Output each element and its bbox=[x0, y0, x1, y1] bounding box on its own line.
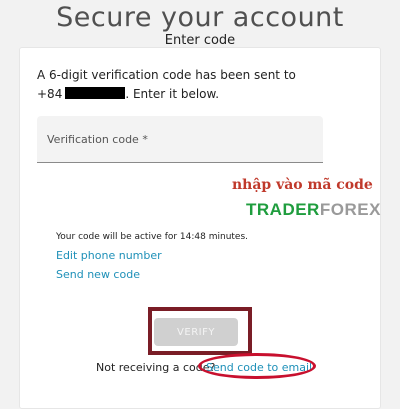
card-title: Enter code bbox=[164, 33, 236, 48]
send-new-code-link[interactable]: Send new code bbox=[56, 268, 140, 281]
redacted-phone-number bbox=[65, 87, 126, 99]
watermark-part2: FOREX bbox=[319, 200, 381, 219]
phone-prefix: +84 bbox=[37, 87, 63, 101]
page-title: Secure your account bbox=[56, 2, 344, 33]
watermark-logo: TRADERFOREX bbox=[246, 200, 381, 220]
verification-code-input[interactable]: Verification code * bbox=[37, 116, 323, 163]
verification-info: A 6-digit verification code has been sen… bbox=[37, 66, 337, 104]
annotation-text: nhập vào mã code bbox=[232, 177, 373, 193]
watermark-part1: TRADER bbox=[246, 200, 320, 219]
info-line2: . Enter it below. bbox=[125, 87, 220, 101]
email-highlight-ellipse bbox=[198, 353, 316, 379]
verify-button[interactable]: VERIFY bbox=[154, 318, 238, 346]
verification-code-label: Verification code * bbox=[47, 133, 148, 146]
code-active-note: Your code will be active for 14:48 minut… bbox=[56, 232, 249, 242]
edit-phone-number-link[interactable]: Edit phone number bbox=[56, 249, 162, 262]
info-line1: A 6-digit verification code has been sen… bbox=[37, 68, 296, 82]
